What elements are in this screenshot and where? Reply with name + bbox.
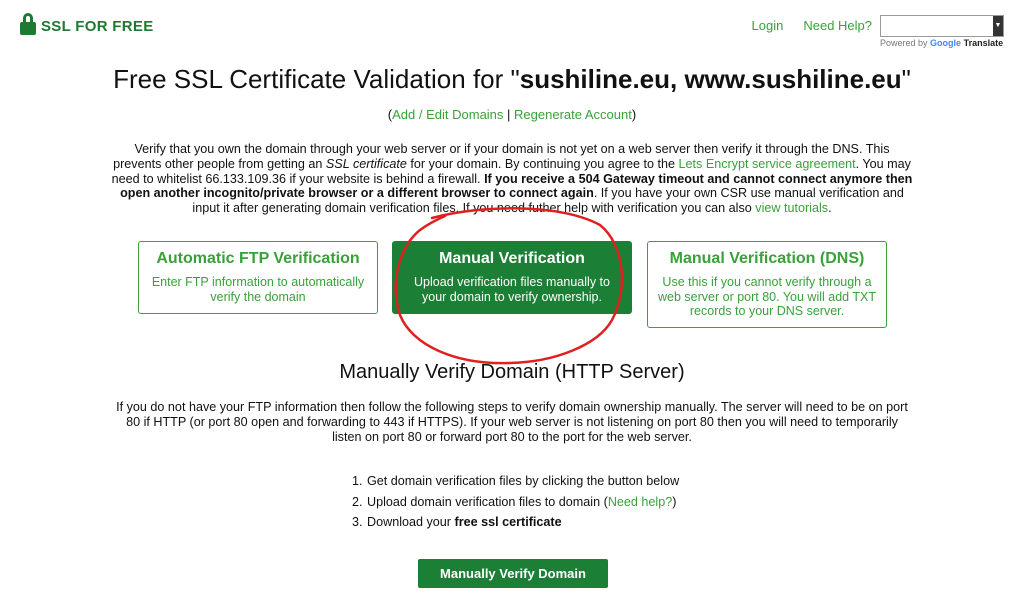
intro-text: Verify that you own the domain through y… xyxy=(111,142,913,216)
domain-names: sushiline.eu, www.sushiline.eu xyxy=(519,64,902,94)
list-item: 3. Download your free ssl certificate xyxy=(352,515,562,529)
section-title: Manually Verify Domain (HTTP Server) xyxy=(339,361,685,383)
section-explanation: If you do not have your FTP information … xyxy=(116,400,908,444)
google-translate-widget: ▼ Powered by Google Translate xyxy=(880,15,1004,48)
steps-list: 1. Get domain verification files by click… xyxy=(352,474,679,536)
need-help-step-link[interactable]: Need help? xyxy=(608,495,672,509)
dropdown-arrow-icon: ▼ xyxy=(993,16,1003,36)
list-item: 1. Get domain verification files by click… xyxy=(352,474,680,488)
logo-text: SSL FOR FREE xyxy=(41,18,154,35)
manually-verify-domain-button[interactable]: Manually Verify Domain xyxy=(418,559,608,588)
automatic-ftp-verification-card[interactable]: Automatic FTP Verification Enter FTP inf… xyxy=(138,241,378,314)
account-links: (Add / Edit Domains | Regenerate Account… xyxy=(387,107,637,122)
login-link[interactable]: Login xyxy=(752,18,784,33)
regenerate-account-link[interactable]: Regenerate Account xyxy=(514,107,632,122)
language-select[interactable]: ▼ xyxy=(880,15,1004,37)
view-tutorials-link[interactable]: view tutorials xyxy=(755,201,828,215)
need-help-link[interactable]: Need Help? xyxy=(803,18,872,33)
manual-verification-dns-card[interactable]: Manual Verification (DNS) Use this if yo… xyxy=(647,241,887,328)
powered-by-google: Powered by Google Translate xyxy=(880,38,1004,48)
top-nav: Login Need Help? xyxy=(752,18,872,33)
add-edit-domains-link[interactable]: Add / Edit Domains xyxy=(392,107,503,122)
translate-link[interactable]: Translate xyxy=(964,38,1004,48)
manual-verification-card[interactable]: Manual Verification Upload verification … xyxy=(392,241,632,314)
brand-logo[interactable]: SSL FOR FREE xyxy=(20,12,154,35)
page-title: Free SSL Certificate Validation for "sus… xyxy=(113,64,911,94)
list-item: 2. Upload domain verification files to do… xyxy=(352,494,677,509)
lock-icon xyxy=(20,12,36,35)
lets-encrypt-agreement-link[interactable]: Lets Encrypt service agreement xyxy=(679,157,856,171)
